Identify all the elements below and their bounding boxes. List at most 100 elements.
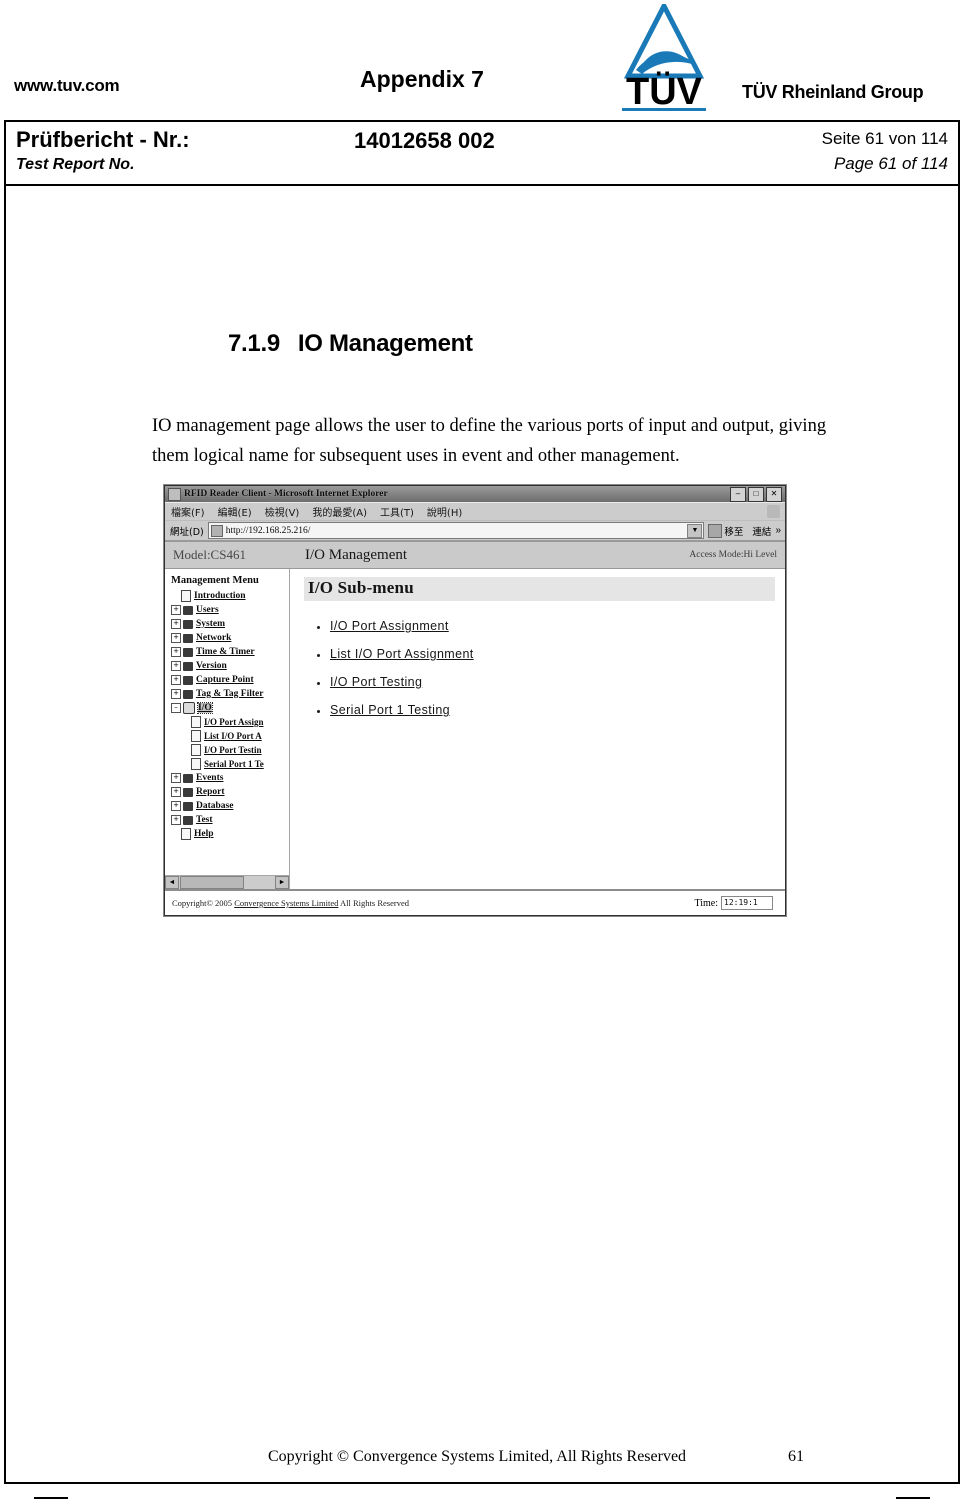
- link-io-port-assignment[interactable]: I/O Port Assignment: [330, 619, 449, 633]
- time-value-field: 12:19:1: [721, 896, 773, 910]
- tree-item-network[interactable]: + Network: [169, 631, 289, 645]
- folder-icon: [183, 647, 193, 657]
- page-indicator-en: Page 61 of 114: [833, 154, 948, 173]
- tree-item-label: I/O Port Assign: [204, 717, 264, 727]
- browser-address-bar: 網址(D) http://192.168.25.216/ ▼ 移至 連結 »: [165, 520, 785, 540]
- expand-plus-icon[interactable]: +: [171, 787, 181, 797]
- tree-item-tag-and-tag-filter[interactable]: + Tag & Tag Filter: [169, 687, 289, 701]
- expand-plus-icon[interactable]: +: [171, 619, 181, 629]
- toolbar-overflow-chevron-icon[interactable]: »: [775, 525, 781, 536]
- section-paragraph: IO management page allows the user to de…: [152, 416, 827, 466]
- folder-icon: [183, 675, 193, 685]
- tree-item-users[interactable]: + Users: [169, 603, 289, 617]
- tree-item-label: Introduction: [194, 591, 246, 601]
- tree-item-label: Tag & Tag Filter: [196, 689, 264, 699]
- app-banner: Model:CS461 I/O Management Access Mode:H…: [165, 540, 785, 568]
- expand-plus-icon[interactable]: +: [171, 801, 181, 811]
- go-button-label: 移至: [724, 526, 744, 538]
- time-display: Time: 12:19:1: [694, 896, 773, 910]
- go-arrow-icon: [708, 523, 723, 538]
- expand-plus-icon[interactable]: +: [171, 647, 181, 657]
- report-label-en: Test Report No.: [16, 156, 135, 173]
- folder-icon: [183, 815, 193, 825]
- menu-item-view[interactable]: 檢視(V): [265, 504, 300, 519]
- document-copyright: Copyright © Convergence Systems Limited,…: [268, 1448, 687, 1465]
- list-item: Serial Port 1 Testing: [317, 703, 775, 717]
- menu-item-help[interactable]: 說明(H): [427, 504, 462, 519]
- folder-icon: [183, 661, 193, 671]
- links-toolbar-label[interactable]: 連結: [752, 524, 771, 538]
- tree-item-events[interactable]: + Events: [169, 771, 289, 785]
- tree-item-label: Capture Point: [196, 675, 254, 685]
- app-copyright-text: Copyright© 2005 Convergence Systems Limi…: [172, 898, 409, 908]
- crop-mark-left: [34, 1497, 68, 1499]
- address-history-dropdown-icon[interactable]: ▼: [687, 524, 703, 538]
- section-number: 7.1.9: [228, 330, 280, 357]
- menu-item-favorites[interactable]: 我的最愛(A): [312, 504, 367, 519]
- tree-horizontal-scrollbar[interactable]: ◄ ►: [165, 875, 289, 889]
- io-icon: [183, 702, 195, 714]
- tree-item-report[interactable]: + Report: [169, 785, 289, 799]
- section-title: IO Management: [297, 330, 473, 357]
- submenu-heading: I/O Sub-menu: [304, 577, 775, 601]
- collapse-minus-icon[interactable]: –: [171, 703, 181, 713]
- expand-plus-icon[interactable]: +: [171, 675, 181, 685]
- scrollbar-thumb[interactable]: [180, 876, 244, 889]
- tuv-logo-svg: TÜV: [622, 4, 706, 112]
- tree-item-label: I/O: [197, 702, 213, 714]
- tree-item-time-and-timer[interactable]: + Time & Timer: [169, 645, 289, 659]
- close-button[interactable]: ✕: [766, 487, 782, 502]
- copyright-company: Convergence Systems Limited: [234, 898, 339, 908]
- expand-plus-icon[interactable]: +: [171, 773, 181, 783]
- tree-item-test[interactable]: + Test: [169, 813, 289, 827]
- page-icon: [191, 730, 201, 742]
- link-io-port-testing[interactable]: I/O Port Testing: [330, 675, 422, 689]
- time-label: Time:: [694, 897, 718, 909]
- tree-item-help[interactable]: Help: [169, 827, 289, 841]
- tree-item-label: System: [196, 619, 226, 629]
- expand-plus-icon[interactable]: +: [171, 661, 181, 671]
- expand-plus-icon[interactable]: +: [171, 815, 181, 825]
- link-list-io-port-assignment[interactable]: List I/O Port Assignment: [330, 647, 474, 661]
- tree-item-list-io-port-assignment[interactable]: List I/O Port A: [169, 729, 289, 743]
- expand-plus-icon[interactable]: +: [171, 689, 181, 699]
- submenu-content-pane: I/O Sub-menu I/O Port Assignment List I/…: [290, 569, 785, 889]
- link-serial-port-1-testing[interactable]: Serial Port 1 Testing: [330, 703, 450, 717]
- address-input[interactable]: http://192.168.25.216/ ▼: [207, 522, 705, 539]
- tree-item-label: Database: [196, 801, 234, 811]
- document-content-frame: 7.1.9 IO Management IO management page al…: [4, 186, 960, 1484]
- scroll-left-arrow-icon[interactable]: ◄: [165, 876, 179, 889]
- tree-item-serial-port-1-testing[interactable]: Serial Port 1 Te: [169, 757, 289, 771]
- minimize-button[interactable]: –: [730, 487, 746, 502]
- tree-item-io-port-testing[interactable]: I/O Port Testin: [169, 743, 289, 757]
- expand-plus-icon[interactable]: +: [171, 633, 181, 643]
- maximize-button[interactable]: □: [748, 487, 764, 502]
- address-bar-label: 網址(D): [170, 526, 204, 538]
- tree-item-label: Serial Port 1 Te: [204, 759, 264, 769]
- tree-item-database[interactable]: + Database: [169, 799, 289, 813]
- tree-item-io-port-assignment[interactable]: I/O Port Assign: [169, 715, 289, 729]
- crop-mark-right: [896, 1497, 930, 1499]
- tree-item-label: Time & Timer: [196, 647, 255, 657]
- device-model-label: Model:CS461: [173, 547, 246, 562]
- page-indicator-de: Seite 61 von 114: [821, 129, 948, 148]
- go-button[interactable]: 移至: [708, 523, 744, 538]
- menu-item-file[interactable]: 檔案(F): [171, 504, 205, 519]
- address-url-text: http://192.168.25.216/: [225, 525, 311, 536]
- menu-item-edit[interactable]: 編輯(E): [218, 504, 252, 519]
- access-mode-label: Access Mode:Hi Level: [689, 550, 777, 560]
- browser-window-screenshot: RFID Reader Client - Microsoft Internet …: [164, 485, 786, 916]
- tree-item-introduction[interactable]: Introduction: [169, 589, 289, 603]
- tree-item-io[interactable]: – I/O: [169, 701, 289, 715]
- menu-item-tools[interactable]: 工具(T): [380, 504, 414, 519]
- report-number-value: 14012658 002: [354, 128, 495, 153]
- tree-item-system[interactable]: + System: [169, 617, 289, 631]
- tuv-website-url: www.tuv.com: [14, 76, 120, 95]
- expand-plus-icon[interactable]: +: [171, 605, 181, 615]
- scroll-right-arrow-icon[interactable]: ►: [275, 876, 289, 889]
- section-heading: 7.1.9 IO Management: [228, 330, 473, 358]
- report-number-box: Prüfbericht - Nr.: Test Report No. 14012…: [4, 120, 960, 186]
- tree-item-capture-point[interactable]: + Capture Point: [169, 673, 289, 687]
- tree-item-label: Version: [196, 661, 227, 671]
- tree-item-version[interactable]: + Version: [169, 659, 289, 673]
